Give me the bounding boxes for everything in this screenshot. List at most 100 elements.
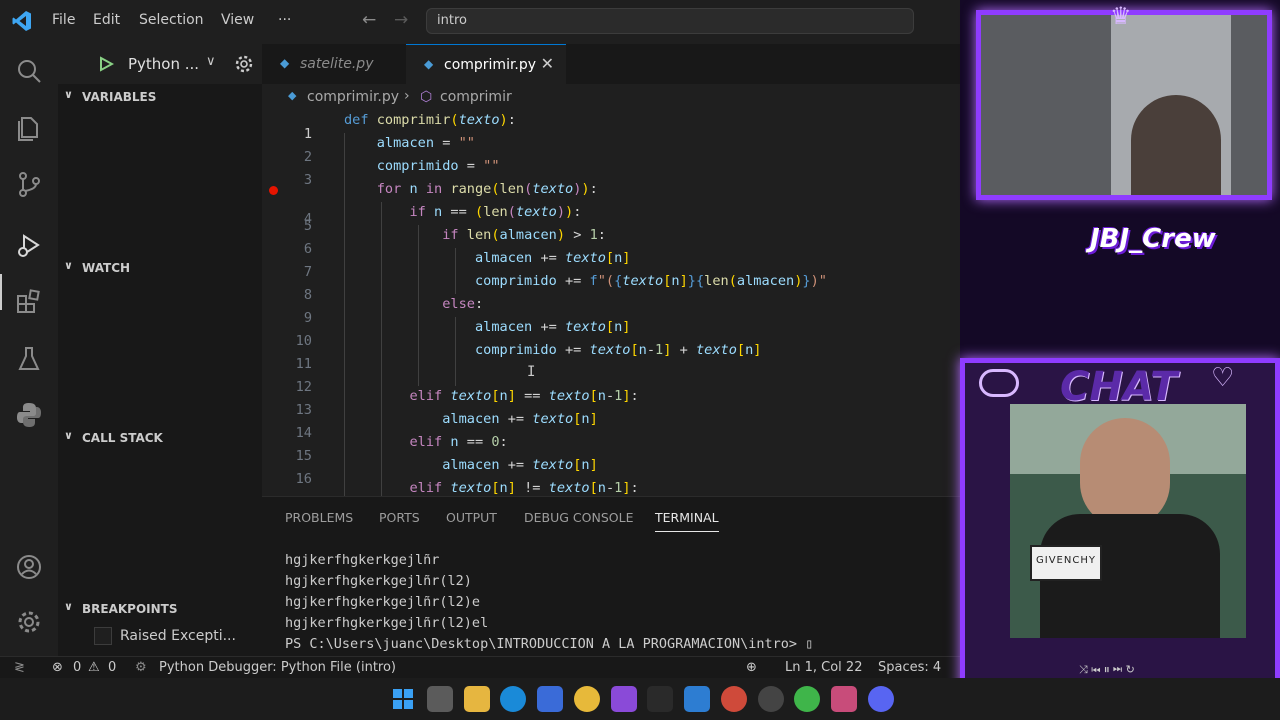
debug-icon: ⚙ [135,660,147,675]
watch-title: WATCH [82,261,131,275]
breadcrumb-symbol[interactable]: comprimir [440,89,512,105]
breakpoint-dot-icon[interactable] [269,186,278,195]
tidal-icon[interactable] [647,686,673,712]
code-line: 6 if len(almacen) > 1: [262,225,960,257]
errors-icon[interactable]: ⊗ [52,660,63,675]
testing-beaker-icon[interactable] [14,344,44,374]
python-file-icon: ◆ [288,89,297,102]
terminal-line: hgjkerfhgkerkgejlñr [285,552,440,568]
tab-satelite[interactable]: ◆ satelite.py [262,44,406,84]
debug-sidebar: ∨ VARIABLES ∨ WATCH ∨ CALL STACK ∨ BREAK… [58,44,262,656]
code-line: 10 almacen += texto[n] [262,317,960,349]
cursor-position[interactable]: Ln 1, Col 22 [785,660,862,675]
media-controls: ⤨ ⏮ ⏸ ⏭ ↻ [1079,663,1135,676]
call-stack-section-header[interactable]: ∨ CALL STACK [58,425,262,451]
zoom-icon[interactable]: ⊕ [746,660,757,675]
forward-arrow-icon[interactable]: → [394,10,408,30]
menu-file[interactable]: File [52,12,75,28]
code-line: 7 almacen += texto[n] [262,248,960,280]
search-icon[interactable] [14,56,44,86]
notes-icon[interactable] [611,686,637,712]
settings-app-icon[interactable] [758,686,784,712]
chevron-down-icon: ∨ [64,600,73,613]
gear-icon[interactable] [234,54,254,74]
menu-edit[interactable]: Edit [93,12,120,28]
account-icon[interactable] [14,552,44,582]
task-view-icon[interactable] [427,686,453,712]
edge-icon[interactable] [500,686,526,712]
editor-tabs: ◆ satelite.py ◆ comprimir.py ✕ [262,44,960,84]
variables-title: VARIABLES [82,90,157,104]
remote-icon[interactable]: ≷ [14,660,25,675]
code-line: 5 if n == (len(texto)): [262,202,960,234]
terminal-line: hgjkerfhgkerkgejlñr(l2)e [285,594,481,610]
vscode-logo-icon [12,11,31,31]
chevron-right-icon: › [404,88,410,104]
breadcrumb-file[interactable]: comprimir.py [307,89,399,105]
brand-logo: JBJ_Crew [1090,224,1216,254]
code-line: 13 elif texto[n] == texto[n-1]: [262,386,960,418]
watch-section-header[interactable]: ∨ WATCH [58,255,262,281]
launch-config-select[interactable]: Python ... [128,55,199,73]
chevron-down-icon: ∨ [64,429,73,442]
tab-ports[interactable]: PORTS [379,510,420,525]
bottom-panel: PROBLEMS PORTS OUTPUT DEBUG CONSOLE TERM… [262,496,960,656]
menu-more[interactable]: ··· [278,12,291,28]
settings-gear-icon[interactable] [14,607,44,637]
tab-terminal[interactable]: TERMINAL [655,510,719,532]
activity-bar [0,44,58,656]
heart-icon: ♡ [1211,363,1235,393]
call-stack-panel [58,451,262,595]
command-center-text: intro [437,13,467,28]
menu-view[interactable]: View [221,12,254,28]
run-debug-icon[interactable] [14,230,44,260]
vscode-taskbar-icon[interactable] [684,686,710,712]
menu-selection[interactable]: Selection [139,12,204,28]
watch-panel [58,281,262,425]
chrome-green-icon[interactable] [794,686,820,712]
store-icon[interactable] [537,686,563,712]
tab-comprimir[interactable]: ◆ comprimir.py ✕ [406,44,566,84]
chrome-profile-icon[interactable] [721,686,747,712]
breakpoint-item-label: Raised Excepti... [120,628,236,644]
terminal-line: hgjkerfhgkerkgejlñr(l2) [285,573,472,589]
chevron-down-icon[interactable]: ∨ [206,54,216,69]
windows-start-icon[interactable] [390,686,416,712]
breadcrumb: ◆ comprimir.py › ⬡ comprimir [262,86,960,110]
variables-section-header[interactable]: ∨ VARIABLES [58,84,262,110]
code-line: 17 elif texto[n] != texto[n-1]: [262,478,960,496]
start-debugging-icon[interactable] [98,56,114,72]
video-app-icon[interactable] [831,686,857,712]
status-bar: ≷ ⊗ 0 ⚠ 0 ⚙ Python Debugger: Python File… [0,656,960,678]
chat-bubble-icon [979,369,1019,397]
code-editor[interactable]: 1 def comprimir(texto): 2 almacen = "" 3… [262,110,960,496]
indentation-spaces[interactable]: Spaces: 4 [878,660,941,675]
file-explorer-icon[interactable] [464,686,490,712]
terminal-output[interactable]: hgjkerfhgkerkgejlñr hgjkerfhgkerkgejlñr(… [285,552,813,657]
variables-panel [58,110,262,254]
extensions-icon[interactable] [14,286,44,316]
discord-icon[interactable] [868,686,894,712]
chrome-icon[interactable] [574,686,600,712]
warnings-count: 0 [108,660,117,675]
python-icon[interactable] [14,400,44,430]
webcam-frame [976,10,1272,200]
function-symbol-icon: ⬡ [420,89,433,105]
source-control-icon[interactable] [14,169,44,199]
code-line: 3 comprimido = "" [262,156,960,188]
command-center-search[interactable]: intro [426,8,914,34]
code-line: 1 def comprimir(texto): [262,110,960,142]
debugger-status[interactable]: Python Debugger: Python File (intro) [159,660,396,675]
tab-problems[interactable]: PROBLEMS [285,510,353,525]
breakpoint-checkbox[interactable] [94,627,112,645]
tab-debug-console[interactable]: DEBUG CONSOLE [524,510,633,525]
back-arrow-icon[interactable]: ← [362,10,376,30]
explorer-icon[interactable] [14,112,44,142]
warnings-icon[interactable]: ⚠ [88,660,100,675]
tab-output[interactable]: OUTPUT [446,510,497,525]
breakpoints-section-header[interactable]: ∨ BREAKPOINTS [58,596,262,622]
code-line: 14 almacen += texto[n] [262,409,960,441]
photo-face [1080,418,1170,528]
terminal-line: hgjkerfhgkerkgejlñr(l2)el [285,615,489,631]
close-icon[interactable]: ✕ [541,54,554,73]
